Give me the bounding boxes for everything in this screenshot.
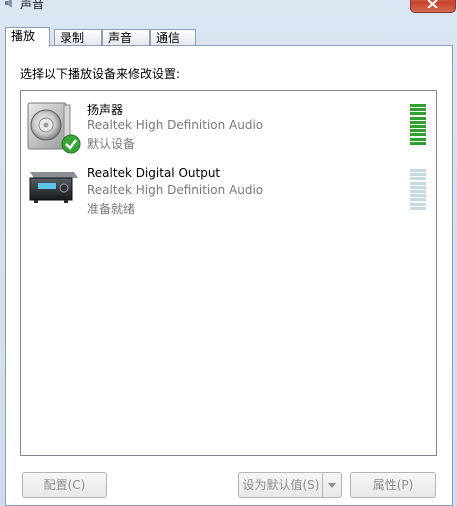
tab-recording[interactable]: 录制 xyxy=(54,29,102,45)
properties-button[interactable]: 属性(P) xyxy=(350,472,436,498)
meter-segment xyxy=(410,181,426,185)
set-default-button[interactable]: 设为默认值(S) xyxy=(238,472,342,498)
volume-meter xyxy=(410,104,426,146)
meter-segment xyxy=(410,120,426,124)
meter-segment xyxy=(410,169,426,172)
meter-segment xyxy=(410,173,426,177)
tab-strip: 播放 录制 声音 通信 xyxy=(5,27,453,47)
tab-communications[interactable]: 通信 xyxy=(150,29,196,45)
meter-segment xyxy=(410,108,426,112)
configure-button[interactable]: 配置(C) xyxy=(22,472,107,498)
device-description: Realtek High Definition Audio xyxy=(87,183,264,197)
meter-segment xyxy=(410,202,426,206)
title-bar: 声音 xyxy=(0,0,457,13)
meter-segment xyxy=(410,185,426,189)
device-description: Realtek High Definition Audio xyxy=(87,118,264,132)
tab-panel-playback: 选择以下播放设备来修改设置: 扬声器 Realtek High Definiti… xyxy=(5,45,453,506)
tab-sounds[interactable]: 声音 xyxy=(102,29,150,45)
meter-segment xyxy=(410,198,426,202)
default-check-icon xyxy=(61,134,81,154)
digital-output-icon xyxy=(29,172,78,203)
playback-device-list[interactable]: 扬声器 Realtek High Definition Audio 默认设备 R… xyxy=(20,90,437,456)
meter-segment xyxy=(410,129,426,133)
meter-segment xyxy=(410,177,426,181)
meter-segment xyxy=(410,206,426,210)
set-default-dropdown[interactable] xyxy=(322,473,341,497)
device-name: 扬声器 xyxy=(87,103,124,117)
meter-segment xyxy=(410,112,426,116)
device-name: Realtek Digital Output xyxy=(87,166,221,180)
set-default-label: 设为默认值(S) xyxy=(242,478,320,492)
chevron-down-icon xyxy=(328,483,336,488)
speaker-app-icon xyxy=(5,0,12,8)
tab-playback[interactable]: 播放 xyxy=(5,27,50,47)
instruction-text: 选择以下播放设备来修改设置: xyxy=(20,67,181,81)
device-status: 默认设备 xyxy=(87,137,136,151)
device-item-speakers[interactable]: 扬声器 Realtek High Definition Audio 默认设备 xyxy=(21,101,436,163)
meter-segment xyxy=(410,190,426,193)
close-button[interactable] xyxy=(410,0,456,13)
meter-segment xyxy=(410,133,426,137)
meter-segment xyxy=(410,104,426,107)
window-title: 声音 xyxy=(20,0,45,11)
meter-segment xyxy=(410,137,426,141)
device-item-digital-output[interactable]: Realtek Digital Output Realtek High Defi… xyxy=(21,166,436,228)
meter-segment xyxy=(410,125,426,128)
meter-segment xyxy=(410,141,426,145)
meter-segment xyxy=(410,116,426,120)
device-status: 准备就绪 xyxy=(87,202,136,216)
meter-segment xyxy=(410,194,426,198)
close-icon xyxy=(427,0,438,8)
volume-meter xyxy=(410,169,426,211)
